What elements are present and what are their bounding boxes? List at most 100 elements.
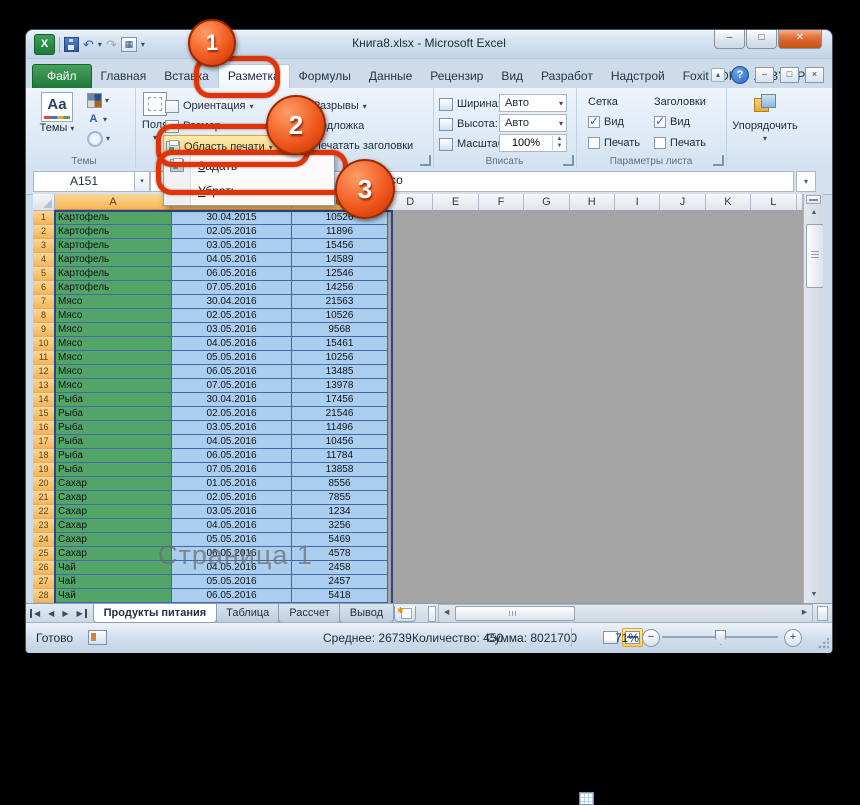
workbook-close-icon[interactable]: × xyxy=(805,67,824,83)
workbook-minimize-icon[interactable]: – xyxy=(755,67,774,83)
vertical-scroll-thumb[interactable] xyxy=(806,224,823,288)
cell-C4[interactable]: 14589 xyxy=(292,253,388,267)
column-header-F[interactable]: F xyxy=(479,194,524,211)
cell-A11[interactable]: Мясо xyxy=(55,351,172,365)
row-header-19[interactable]: 19 xyxy=(33,463,55,477)
scroll-down-icon[interactable]: ▼ xyxy=(805,587,823,602)
sheet-tab-Таблица[interactable]: Таблица xyxy=(215,604,280,623)
cell-B16[interactable]: 03.05.2016 xyxy=(172,421,292,435)
row-header-13[interactable]: 13 xyxy=(33,379,55,393)
width-combobox[interactable]: Авто▾ xyxy=(499,94,567,112)
prev-sheet-icon[interactable]: ◀ xyxy=(44,609,58,618)
last-sheet-icon[interactable]: ▶ xyxy=(72,609,86,618)
cell-A19[interactable]: Рыба xyxy=(55,463,172,477)
cell-C27[interactable]: 2457 xyxy=(292,575,388,589)
cell-C14[interactable]: 17456 xyxy=(292,393,388,407)
cell-A15[interactable]: Рыба xyxy=(55,407,172,421)
cell-B19[interactable]: 07.05.2016 xyxy=(172,463,292,477)
column-header-H[interactable]: H xyxy=(570,194,615,211)
cell-C10[interactable]: 15461 xyxy=(292,337,388,351)
row-header-8[interactable]: 8 xyxy=(33,309,55,323)
first-sheet-icon[interactable]: ◀ xyxy=(30,609,44,618)
cell-C2[interactable]: 11896 xyxy=(292,225,388,239)
cell-A17[interactable]: Рыба xyxy=(55,435,172,449)
dialog-launcher-icon[interactable] xyxy=(563,155,574,166)
cell-B21[interactable]: 02.05.2016 xyxy=(172,491,292,505)
tab-Главная[interactable]: Главная xyxy=(92,65,156,88)
column-header-E[interactable]: E xyxy=(433,194,478,211)
cell-B12[interactable]: 06.05.2016 xyxy=(172,365,292,379)
zoom-in-button[interactable]: + xyxy=(784,629,802,647)
tab-Надстрой[interactable]: Надстрой xyxy=(602,65,674,88)
cell-B5[interactable]: 06.05.2016 xyxy=(172,267,292,281)
sheet-tab-Рассчет[interactable]: Рассчет xyxy=(278,604,341,623)
close-button[interactable]: ✕ xyxy=(778,30,822,49)
scroll-right-icon[interactable]: ▶ xyxy=(797,605,812,620)
cell-A22[interactable]: Сахар xyxy=(55,505,172,519)
cell-C19[interactable]: 13858 xyxy=(292,463,388,477)
cell-A6[interactable]: Картофель xyxy=(55,281,172,295)
tab-Разработ[interactable]: Разработ xyxy=(532,65,602,88)
cell-B17[interactable]: 04.05.2016 xyxy=(172,435,292,449)
sheet-tab-Вывод[interactable]: Вывод xyxy=(339,604,394,623)
name-box[interactable]: A151 xyxy=(33,171,135,192)
cell-B10[interactable]: 04.05.2016 xyxy=(172,337,292,351)
cell-C23[interactable]: 3256 xyxy=(292,519,388,533)
row-header-4[interactable]: 4 xyxy=(33,253,55,267)
cell-A28[interactable]: Чай xyxy=(55,589,172,603)
cell-C16[interactable]: 11496 xyxy=(292,421,388,435)
row-header-14[interactable]: 14 xyxy=(33,393,55,407)
cell-B22[interactable]: 03.05.2016 xyxy=(172,505,292,519)
cell-A25[interactable]: Сахар xyxy=(55,547,172,561)
themes-button[interactable]: Aa Темы ▾ xyxy=(35,92,79,134)
cell-C12[interactable]: 13485 xyxy=(292,365,388,379)
cell-A1[interactable]: Картофель xyxy=(55,211,172,225)
cell-B8[interactable]: 02.05.2016 xyxy=(172,309,292,323)
cell-A8[interactable]: Мясо xyxy=(55,309,172,323)
cell-B11[interactable]: 05.05.2016 xyxy=(172,351,292,365)
orientation-button[interactable]: Ориентация▾ xyxy=(165,96,253,116)
cell-C28[interactable]: 5418 xyxy=(292,589,388,603)
gridlines-print-checkbox[interactable]: Печать xyxy=(588,133,640,153)
workbook-restore-icon[interactable]: □ xyxy=(780,67,799,83)
tab-Вид[interactable]: Вид xyxy=(492,65,532,88)
cell-A5[interactable]: Картофель xyxy=(55,267,172,281)
cell-C13[interactable]: 13978 xyxy=(292,379,388,393)
scroll-up-icon[interactable]: ▲ xyxy=(805,205,823,220)
scroll-left-icon[interactable]: ◀ xyxy=(439,605,454,620)
row-header-23[interactable]: 23 xyxy=(33,519,55,533)
row-header-16[interactable]: 16 xyxy=(33,421,55,435)
row-header-17[interactable]: 17 xyxy=(33,435,55,449)
cell-A21[interactable]: Сахар xyxy=(55,491,172,505)
cell-B28[interactable]: 06.05.2016 xyxy=(172,589,292,603)
cell-B2[interactable]: 02.05.2016 xyxy=(172,225,292,239)
cell-A10[interactable]: Мясо xyxy=(55,337,172,351)
cell-B4[interactable]: 04.05.2016 xyxy=(172,253,292,267)
vertical-split-handle[interactable] xyxy=(806,195,821,204)
column-header-I[interactable]: I xyxy=(615,194,660,211)
cell-A26[interactable]: Чай xyxy=(55,561,172,575)
insert-worksheet-tab[interactable] xyxy=(394,606,416,622)
tab-Файл[interactable]: Файл xyxy=(32,64,92,88)
select-all-button[interactable] xyxy=(33,194,55,211)
cell-A13[interactable]: Мясо xyxy=(55,379,172,393)
cell-B27[interactable]: 05.05.2016 xyxy=(172,575,292,589)
column-header-G[interactable]: G xyxy=(524,194,569,211)
macro-record-icon[interactable] xyxy=(88,630,107,645)
horizontal-scrollbar[interactable]: ◀ ▶ xyxy=(438,604,813,623)
row-header-6[interactable]: 6 xyxy=(33,281,55,295)
row-header-11[interactable]: 11 xyxy=(33,351,55,365)
cell-B1[interactable]: 30.04.2015 xyxy=(172,211,292,225)
resize-grip[interactable] xyxy=(817,638,829,650)
cell-B15[interactable]: 02.05.2016 xyxy=(172,407,292,421)
tab-Данные[interactable]: Данные xyxy=(360,65,421,88)
cell-B6[interactable]: 07.05.2016 xyxy=(172,281,292,295)
cell-A7[interactable]: Мясо xyxy=(55,295,172,309)
cell-C11[interactable]: 10256 xyxy=(292,351,388,365)
row-header-21[interactable]: 21 xyxy=(33,491,55,505)
vertical-scrollbar[interactable]: ▲ ▼ xyxy=(803,194,823,603)
cell-A3[interactable]: Картофель xyxy=(55,239,172,253)
row-header-5[interactable]: 5 xyxy=(33,267,55,281)
cell-B3[interactable]: 03.05.2016 xyxy=(172,239,292,253)
cell-A23[interactable]: Сахар xyxy=(55,519,172,533)
